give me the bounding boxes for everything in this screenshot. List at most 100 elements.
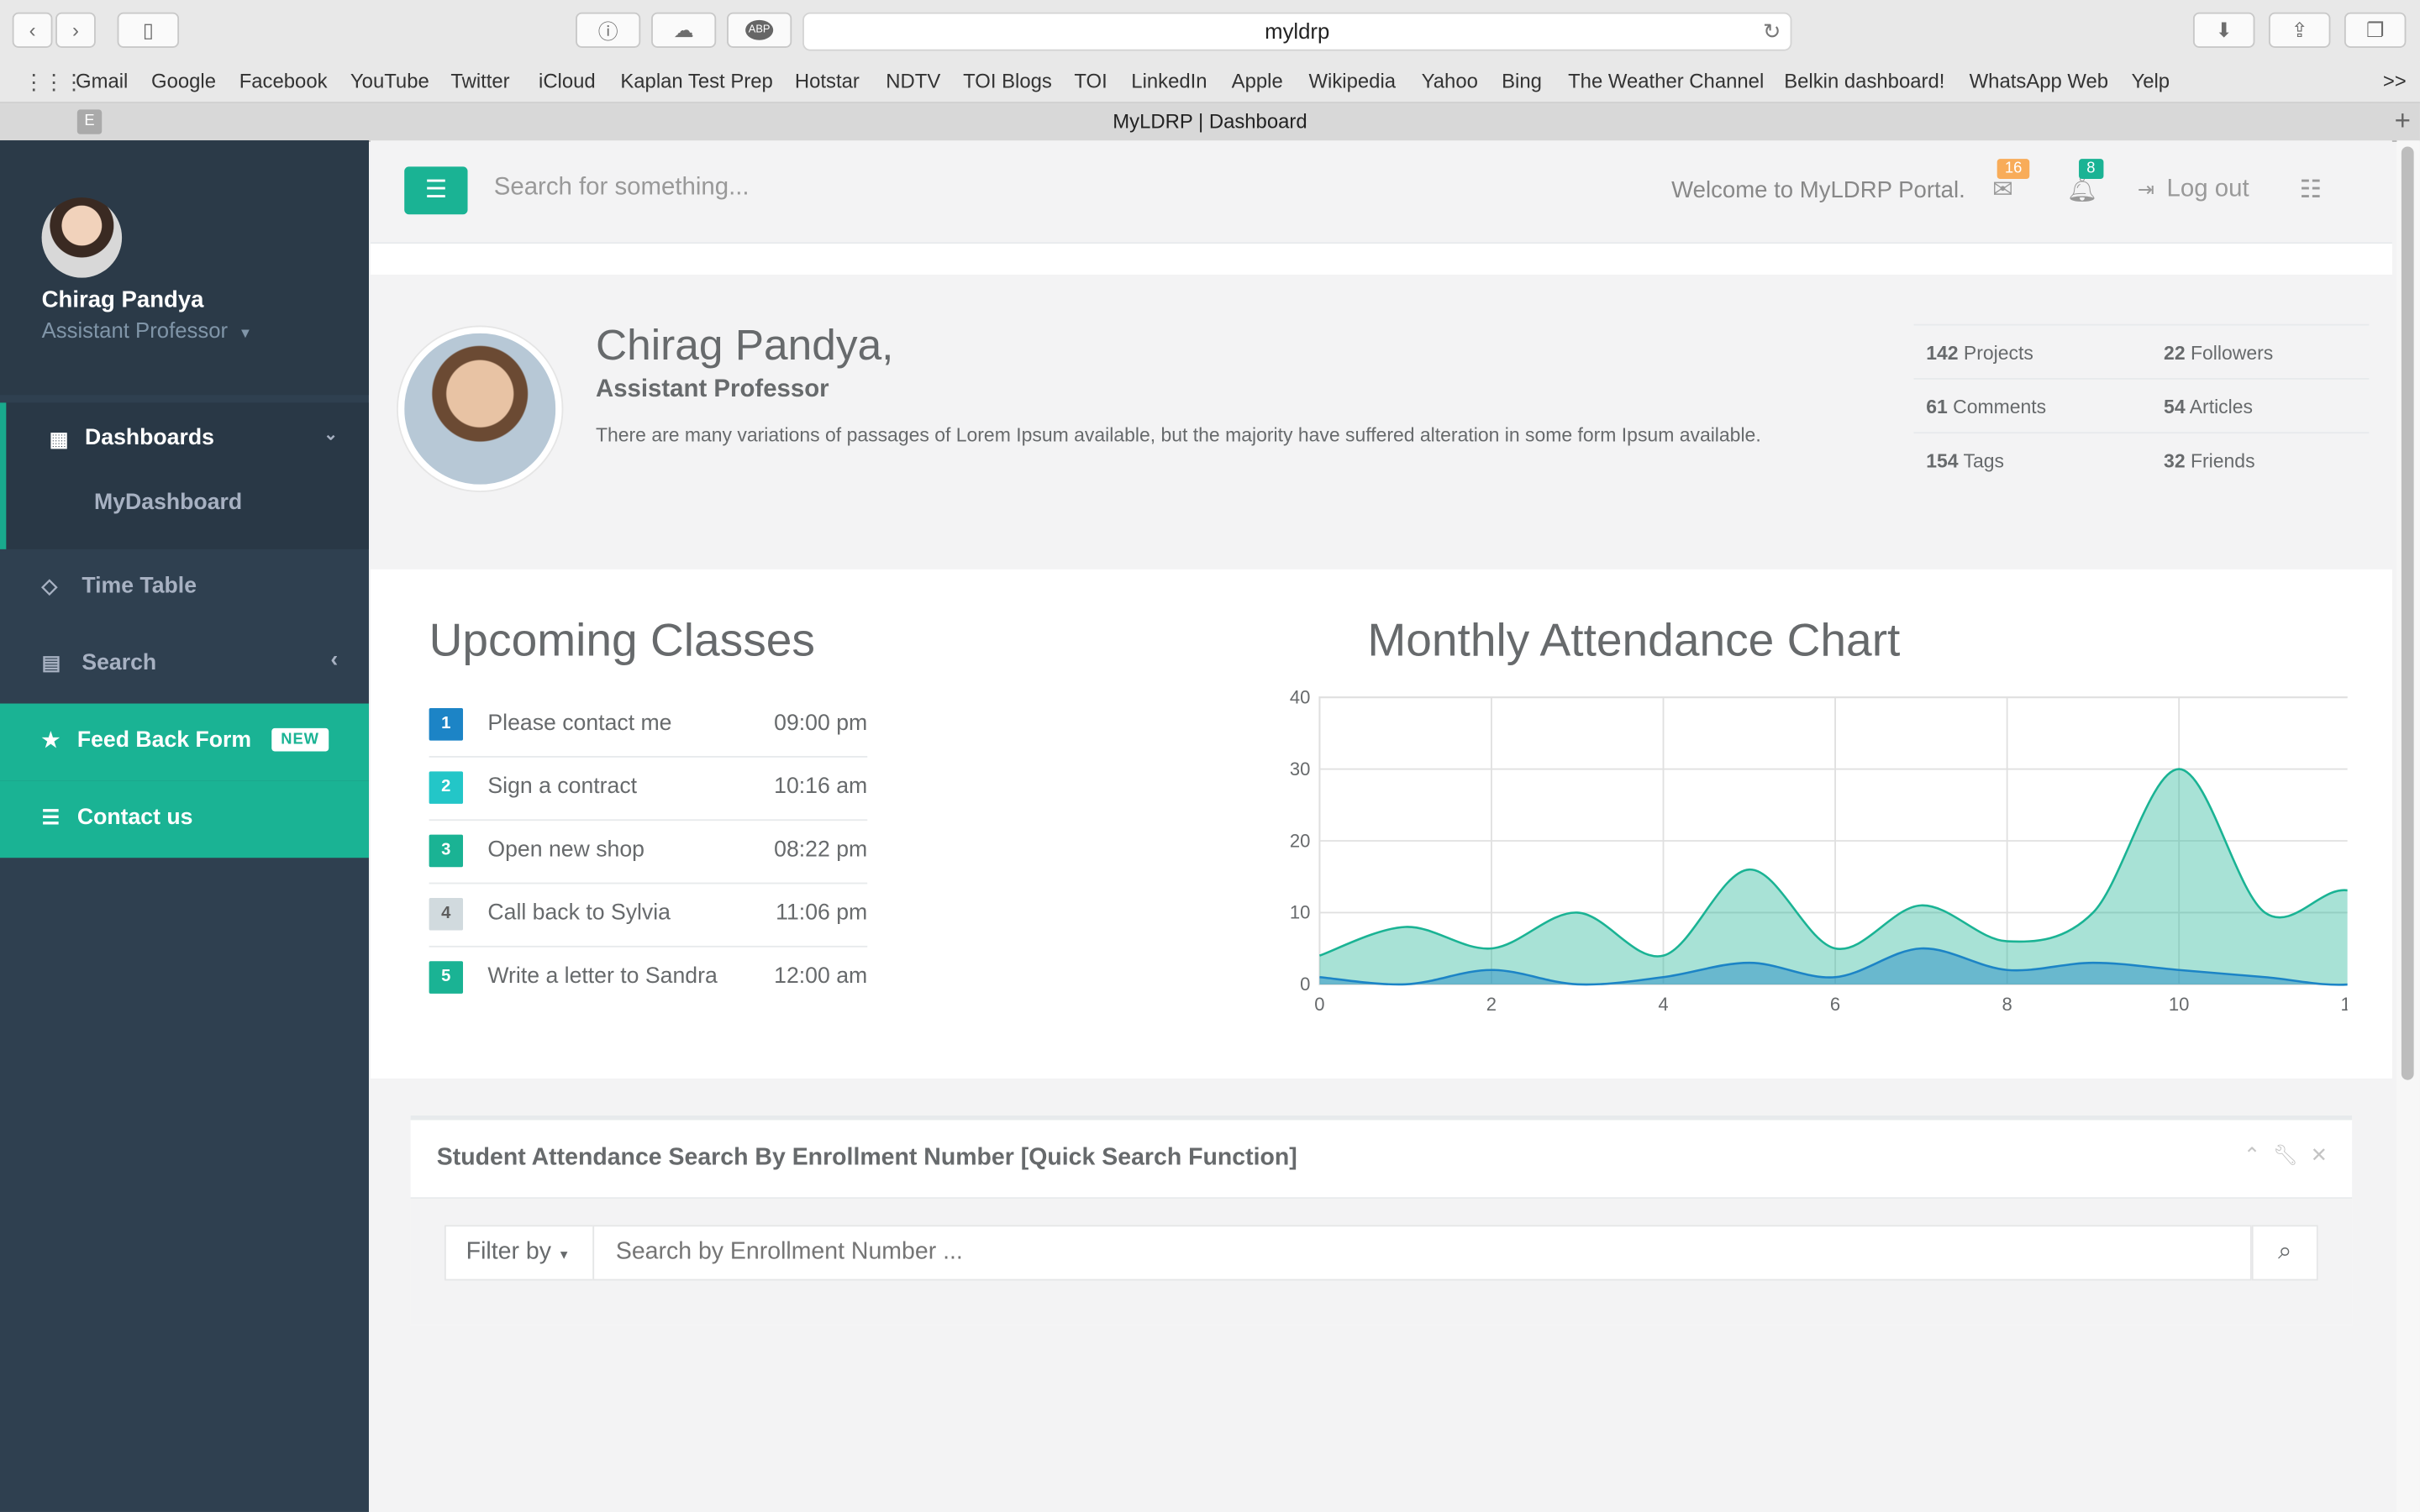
class-number: 5 <box>429 961 464 994</box>
enrollment-search-input[interactable] <box>592 1225 2252 1281</box>
top-navbar: ☰ Search for something... Welcome to MyL… <box>370 140 2392 244</box>
tab-title[interactable]: MyLDRP | Dashboard <box>0 109 2420 133</box>
sidebar-item-dashboards[interactable]: ▦ Dashboards ⌄ MyDashboard <box>0 402 369 549</box>
bookmark[interactable]: Wikipedia <box>1309 70 1397 93</box>
icloud-button[interactable]: ☁ <box>651 12 717 48</box>
sidebar-item-feedback[interactable]: ★ Feed Back Form NEW <box>0 703 369 781</box>
bookmark[interactable]: LinkedIn <box>1131 70 1207 93</box>
reload-icon[interactable]: ↻ <box>1763 14 1781 50</box>
share-button[interactable]: ⇪ <box>2268 12 2331 48</box>
filter-by-dropdown[interactable]: Filter by ▼ <box>444 1225 595 1281</box>
new-tab-icon[interactable]: + <box>2395 105 2411 138</box>
bookmark[interactable]: Apple <box>1232 70 1283 93</box>
apps-grid-icon[interactable]: ⋮⋮⋮ <box>24 70 85 96</box>
bell-icon: 🔔︎ <box>2066 177 2098 204</box>
sidebar-toggle-button[interactable]: ▯ <box>117 12 180 48</box>
bookmark[interactable]: Gmail <box>76 70 128 93</box>
downloads-button[interactable]: ⬇ <box>2192 12 2255 48</box>
profile-description: There are many variations of passages of… <box>595 424 1761 446</box>
list-item[interactable]: 5 Write a letter to Sandra 12:00 am <box>429 946 867 1009</box>
class-text: Sign a contract <box>487 774 638 800</box>
class-number: 1 <box>429 708 464 741</box>
list-item[interactable]: 1 Please contact me 09:00 pm <box>429 693 868 758</box>
notifications-button[interactable]: 🔔︎ 8 <box>2066 159 2103 206</box>
bookmark[interactable]: Kaplan Test Prep <box>620 70 772 93</box>
bars-icon: ☰ <box>424 177 448 204</box>
bookmark[interactable]: Google <box>151 70 216 93</box>
bookmark[interactable]: iCloud <box>539 70 596 93</box>
logout-button[interactable]: ⇥ Log out <box>2138 176 2249 203</box>
sidebar-user-role: Assistant Professor <box>41 318 229 343</box>
collapse-icon[interactable]: ⌃ <box>2244 1143 2260 1167</box>
bookmark[interactable]: NDTV <box>886 70 940 93</box>
tabs-overview-button[interactable]: ❐ <box>2344 12 2407 48</box>
adblock-icon: ABP <box>745 19 774 40</box>
sidebar-item-search[interactable]: ▤ Search ‹ <box>0 627 369 704</box>
sidebar-item-timetable[interactable]: ◇ Time Table <box>0 549 369 627</box>
bookmark[interactable]: TOI Blogs <box>963 70 1052 93</box>
welcome-text: Welcome to MyLDRP Portal. <box>1671 177 1965 204</box>
bookmark[interactable]: Twitter <box>450 70 509 93</box>
bookmark[interactable]: Bing <box>1502 70 1542 93</box>
adblock-button[interactable]: ABP <box>727 12 792 48</box>
bookmark[interactable]: WhatsApp Web <box>1970 70 2108 93</box>
sidebar-item-label: Contact us <box>76 805 193 831</box>
tab-bar: E MyLDRP | Dashboard + <box>0 103 2420 142</box>
sidebar-item-contact[interactable]: ☰ Contact us <box>0 780 369 858</box>
bookmark[interactable]: TOI <box>1074 70 1107 93</box>
bookmark[interactable]: Facebook <box>239 70 328 93</box>
bookmark[interactable]: Hotstar <box>795 70 860 93</box>
sidebar-user-role-dropdown[interactable]: Assistant Professor ▼ <box>42 318 253 342</box>
bookmarks-bar: ⋮⋮⋮ Gmail Google Facebook YouTube Twitte… <box>0 61 2420 104</box>
page-scrollbar[interactable] <box>2396 140 2420 1512</box>
bookmark[interactable]: The Weather Channel <box>1568 70 1764 93</box>
bookmark[interactable]: Yelp <box>2131 70 2170 93</box>
bookmark[interactable]: YouTube <box>350 70 429 93</box>
bookmark[interactable]: Yahoo <box>1422 70 1478 93</box>
info-button[interactable]: ⓘ <box>576 12 641 48</box>
sidebar-item-mydashboard[interactable]: MyDashboard <box>94 491 242 515</box>
search-icon: ⌕ <box>2277 1238 2292 1266</box>
x-tick-label: 4 <box>1658 994 1668 1015</box>
y-tick-label: 40 <box>1290 687 1311 708</box>
list-item[interactable]: 4 Call back to Sylvia 11:06 pm <box>429 883 868 948</box>
search-button[interactable]: ⌕ <box>2251 1225 2318 1281</box>
address-bar[interactable]: myldrp ↻ <box>802 12 1792 51</box>
menu-toggle-button[interactable]: ☰ <box>404 166 468 215</box>
forward-button[interactable]: › <box>55 12 96 48</box>
class-number: 3 <box>429 834 464 868</box>
tasks-icon: ☷ <box>2299 177 2323 204</box>
quick-search-panel: Student Attendance Search By Enrollment … <box>410 1115 2353 1326</box>
sidebar-item-label: Feed Back Form <box>76 727 252 753</box>
quick-search-body: Filter by ▼ ⌕ <box>410 1199 2353 1326</box>
scrollbar-thumb[interactable] <box>2401 146 2414 1080</box>
share-icon: ⇪ <box>2291 18 2308 41</box>
top-search-input[interactable]: Search for something... <box>494 175 750 202</box>
stat-articles: 54 Articles <box>2164 396 2254 418</box>
class-time: 10:16 am <box>774 774 868 800</box>
x-tick-label: 2 <box>1486 994 1497 1015</box>
class-time: 08:22 pm <box>774 837 868 863</box>
sidebar-icon: ▯ <box>142 18 154 41</box>
messages-count-badge: 16 <box>1996 159 2030 180</box>
list-item[interactable]: 2 Sign a contract 10:16 am <box>429 756 868 822</box>
caret-down-icon: ▼ <box>238 325 253 341</box>
wrench-icon[interactable]: 🔧︎ <box>2273 1143 2298 1167</box>
x-tick-label: 0 <box>1314 994 1324 1015</box>
filter-label: Filter by <box>466 1238 551 1266</box>
close-icon[interactable]: ✕ <box>2311 1143 2328 1167</box>
avatar <box>41 197 123 278</box>
class-text: Call back to Sylvia <box>487 900 671 927</box>
messages-button[interactable]: ✉ 16 <box>1992 159 2030 206</box>
upcoming-classes-title: Upcoming Classes <box>429 615 815 667</box>
download-icon: ⬇ <box>2215 18 2233 41</box>
bookmarks-overflow-button[interactable]: >> <box>2383 70 2407 93</box>
list-item[interactable]: 3 Open new shop 08:22 pm <box>429 819 868 885</box>
back-button[interactable]: ‹ <box>12 12 53 48</box>
right-sidebar-toggle[interactable]: ☷ <box>2300 175 2322 206</box>
attendance-chart: 0246810121416010203040Subject1 <box>1290 687 2348 1015</box>
cloud-icon: ☁ <box>673 18 694 41</box>
logout-label: Log out <box>2166 176 2249 202</box>
bookmark[interactable]: Belkin dashboard! <box>1784 70 1944 93</box>
classes-chart-panel: Upcoming Classes 1 Please contact me 09:… <box>370 569 2392 1079</box>
